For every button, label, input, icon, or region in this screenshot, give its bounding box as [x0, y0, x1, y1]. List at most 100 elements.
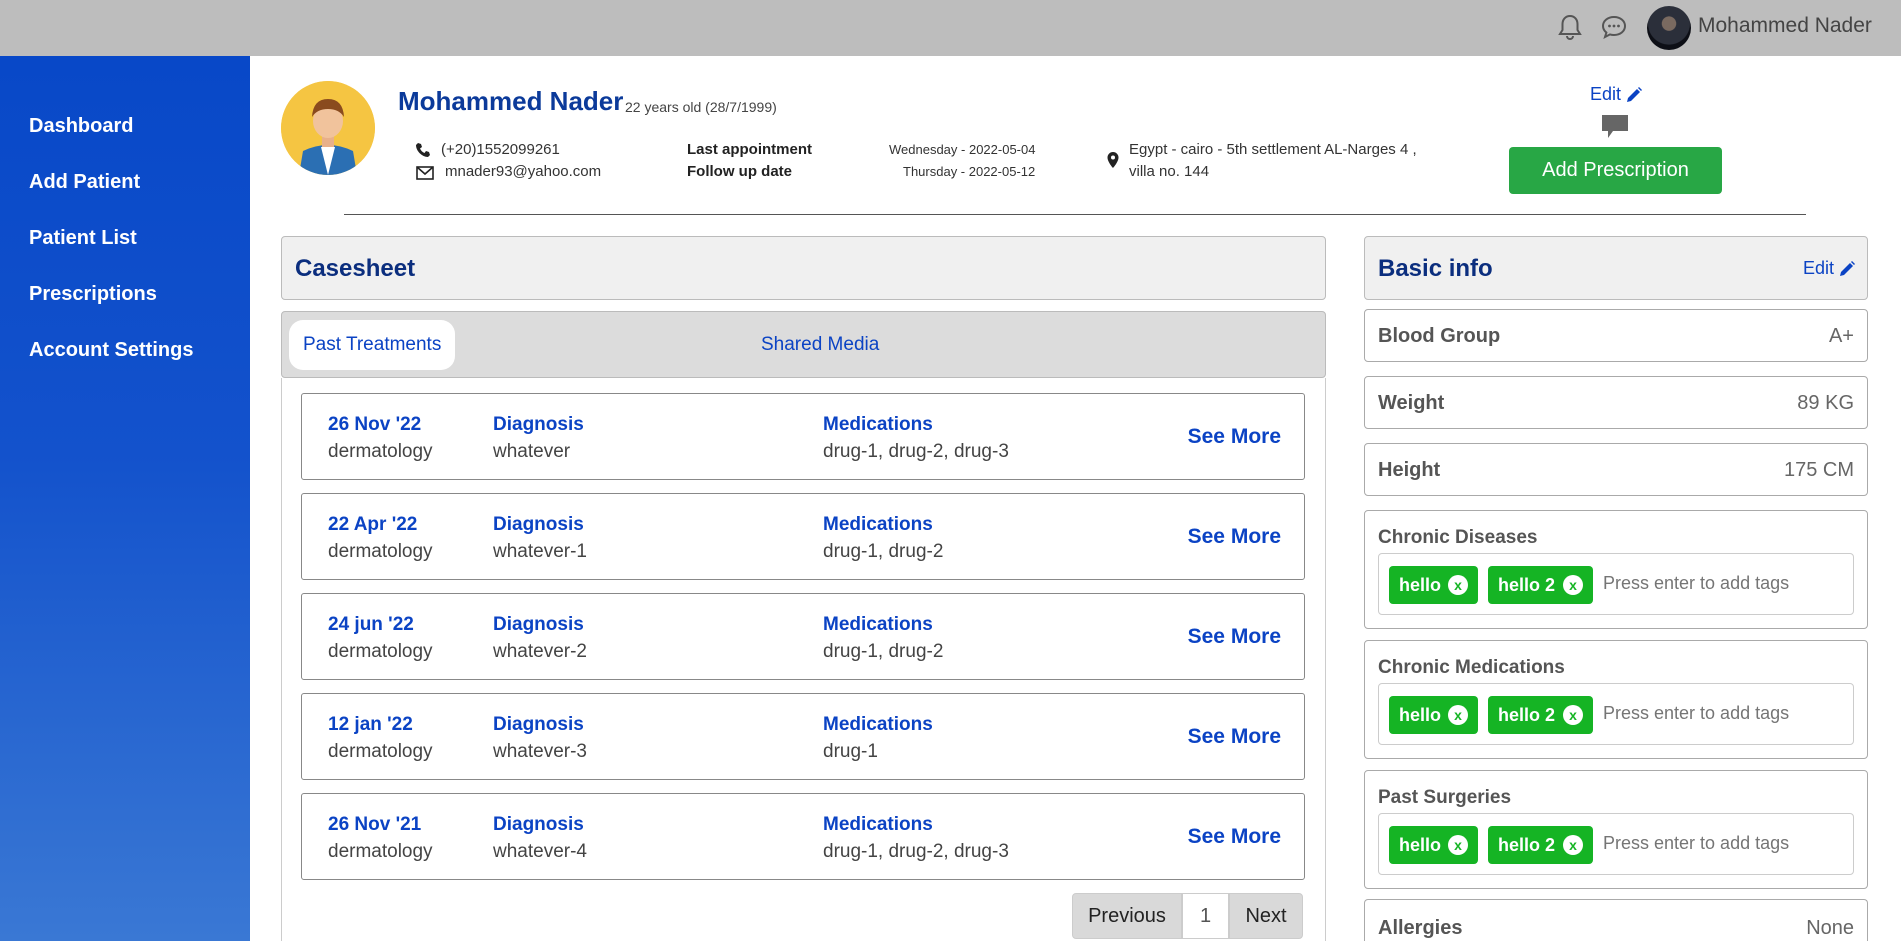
chronic-diseases-tag-input[interactable]: hello x hello 2x: [1378, 553, 1854, 615]
see-more-link[interactable]: See More: [1188, 825, 1281, 849]
treatment-date: 26 Nov '22: [328, 414, 422, 435]
see-more-link[interactable]: See More: [1188, 425, 1281, 449]
patient-age: 22 years old (28/7/1999): [625, 99, 777, 115]
remove-tag-icon[interactable]: x: [1448, 835, 1468, 855]
treatment-diagnosis: whatever-3: [493, 741, 587, 762]
pencil-icon: [1627, 86, 1643, 102]
user-name[interactable]: Mohammed Nader: [1698, 14, 1872, 38]
edit-basic-info-link[interactable]: Edit: [1803, 258, 1856, 279]
treatment-specialty: dermatology: [328, 841, 433, 862]
last-appointment-label: Last appointment: [687, 141, 813, 158]
previous-page-button[interactable]: Previous: [1072, 893, 1182, 939]
page-number-button[interactable]: 1: [1182, 893, 1229, 939]
patient-avatar: [281, 81, 375, 175]
tag-label: hello: [1399, 704, 1442, 725]
diagnosis-label: Diagnosis: [493, 814, 584, 835]
treatment-card[interactable]: 26 Nov '21 dermatology Diagnosis whateve…: [301, 793, 1305, 880]
see-more-link[interactable]: See More: [1188, 625, 1281, 649]
treatment-specialty: dermatology: [328, 541, 433, 562]
weight-row: Weight 89 KG: [1364, 376, 1868, 429]
chronic-medications-tag-input[interactable]: hello x hello 2x: [1378, 683, 1854, 745]
height-value: 175 CM: [1783, 459, 1854, 481]
bell-icon[interactable]: [1555, 12, 1585, 42]
sidebar-item-account-settings[interactable]: Account Settings: [0, 322, 250, 378]
treatment-specialty: dermatology: [328, 641, 433, 662]
tag-text-input[interactable]: [1603, 833, 1843, 854]
treatment-date: 22 Apr '22: [328, 514, 418, 535]
allergies-value: None: [1806, 917, 1854, 939]
treatment-date: 26 Nov '21: [328, 814, 422, 835]
tag-text-input[interactable]: [1603, 573, 1843, 594]
casesheet-title: Casesheet: [295, 255, 416, 282]
top-bar: Mohammed Nader: [0, 0, 1901, 56]
user-avatar[interactable]: [1647, 6, 1691, 50]
sidebar-item-dashboard[interactable]: Dashboard: [0, 98, 250, 154]
past-surgeries-section: Past Surgeries hello x hello 2x: [1364, 770, 1868, 889]
add-prescription-button[interactable]: Add Prescription: [1509, 147, 1722, 194]
treatment-diagnosis: whatever-4: [493, 841, 587, 862]
tag-label: hello: [1399, 574, 1442, 595]
treatment-card[interactable]: 12 jan '22 dermatology Diagnosis whateve…: [301, 693, 1305, 780]
height-label: Height: [1378, 459, 1441, 481]
comment-icon[interactable]: [1601, 114, 1629, 140]
remove-tag-icon[interactable]: x: [1448, 575, 1468, 595]
treatment-medications: drug-1, drug-2: [823, 641, 944, 662]
pencil-icon: [1840, 260, 1856, 276]
chronic-medications-section: Chronic Medications hello x hello 2x: [1364, 640, 1868, 759]
see-more-link[interactable]: See More: [1188, 525, 1281, 549]
blood-group-row: Blood Group A+: [1364, 309, 1868, 362]
email-icon: [416, 164, 434, 182]
diagnosis-label: Diagnosis: [493, 514, 584, 535]
weight-value: 89 KG: [1797, 392, 1854, 414]
patient-address-line1: Egypt - cairo - 5th settlement AL-Narges…: [1129, 141, 1417, 158]
tag-chip: hello 2 x: [1488, 696, 1593, 734]
treatment-medications: drug-1, drug-2, drug-3: [823, 841, 1009, 862]
tag-chip: hello x: [1389, 566, 1478, 604]
tab-past-treatments[interactable]: Past Treatments: [289, 320, 456, 370]
height-row: Height 175 CM: [1364, 443, 1868, 496]
medications-label: Medications: [823, 514, 933, 535]
edit-basic-info-label: Edit: [1803, 258, 1835, 278]
sidebar-item-add-patient[interactable]: Add Patient: [0, 154, 250, 210]
remove-tag-icon[interactable]: x: [1563, 705, 1583, 725]
casesheet-header: [281, 236, 1326, 300]
chronic-medications-label: Chronic Medications: [1378, 657, 1565, 678]
tag-label: hello: [1399, 834, 1442, 855]
diagnosis-label: Diagnosis: [493, 414, 584, 435]
tag-label: hello 2: [1498, 834, 1556, 855]
tag-chip: hello x: [1389, 696, 1478, 734]
treatment-diagnosis: whatever-2: [493, 641, 587, 662]
treatment-card[interactable]: 24 jun '22 dermatology Diagnosis whateve…: [301, 593, 1305, 680]
treatment-card[interactable]: 22 Apr '22 dermatology Diagnosis whateve…: [301, 493, 1305, 580]
pagination: Previous 1 Next: [1072, 893, 1303, 939]
treatment-card[interactable]: 26 Nov '22 dermatology Diagnosis whateve…: [301, 393, 1305, 480]
tag-chip: hello x: [1389, 826, 1478, 864]
header-divider: [344, 214, 1806, 215]
patient-phone: (+20)1552099261: [441, 141, 560, 158]
medications-label: Medications: [823, 714, 933, 735]
follow-up-label: Follow up date: [687, 163, 792, 180]
phone-icon: [414, 141, 432, 159]
edit-patient-link[interactable]: Edit: [1590, 84, 1643, 105]
see-more-link[interactable]: See More: [1188, 725, 1281, 749]
medications-label: Medications: [823, 614, 933, 635]
treatment-date: 12 jan '22: [328, 714, 413, 735]
tag-label: hello 2: [1498, 704, 1556, 725]
sidebar-item-patient-list[interactable]: Patient List: [0, 210, 250, 266]
tab-shared-media[interactable]: Shared Media: [747, 320, 893, 370]
edit-patient-label: Edit: [1590, 84, 1622, 104]
remove-tag-icon[interactable]: x: [1563, 835, 1583, 855]
diagnosis-label: Diagnosis: [493, 614, 584, 635]
diagnosis-label: Diagnosis: [493, 714, 584, 735]
next-page-button[interactable]: Next: [1229, 893, 1303, 939]
chat-icon[interactable]: [1599, 12, 1629, 42]
sidebar-item-prescriptions[interactable]: Prescriptions: [0, 266, 250, 322]
last-appointment-date: Wednesday - 2022-05-04: [889, 142, 1036, 157]
past-surgeries-tag-input[interactable]: hello x hello 2x: [1378, 813, 1854, 875]
past-surgeries-label: Past Surgeries: [1378, 787, 1512, 808]
remove-tag-icon[interactable]: x: [1448, 705, 1468, 725]
tag-text-input[interactable]: [1603, 703, 1843, 724]
remove-tag-icon[interactable]: x: [1563, 575, 1583, 595]
treatment-diagnosis: whatever-1: [493, 541, 587, 562]
tag-chip: hello 2 x: [1488, 566, 1593, 604]
